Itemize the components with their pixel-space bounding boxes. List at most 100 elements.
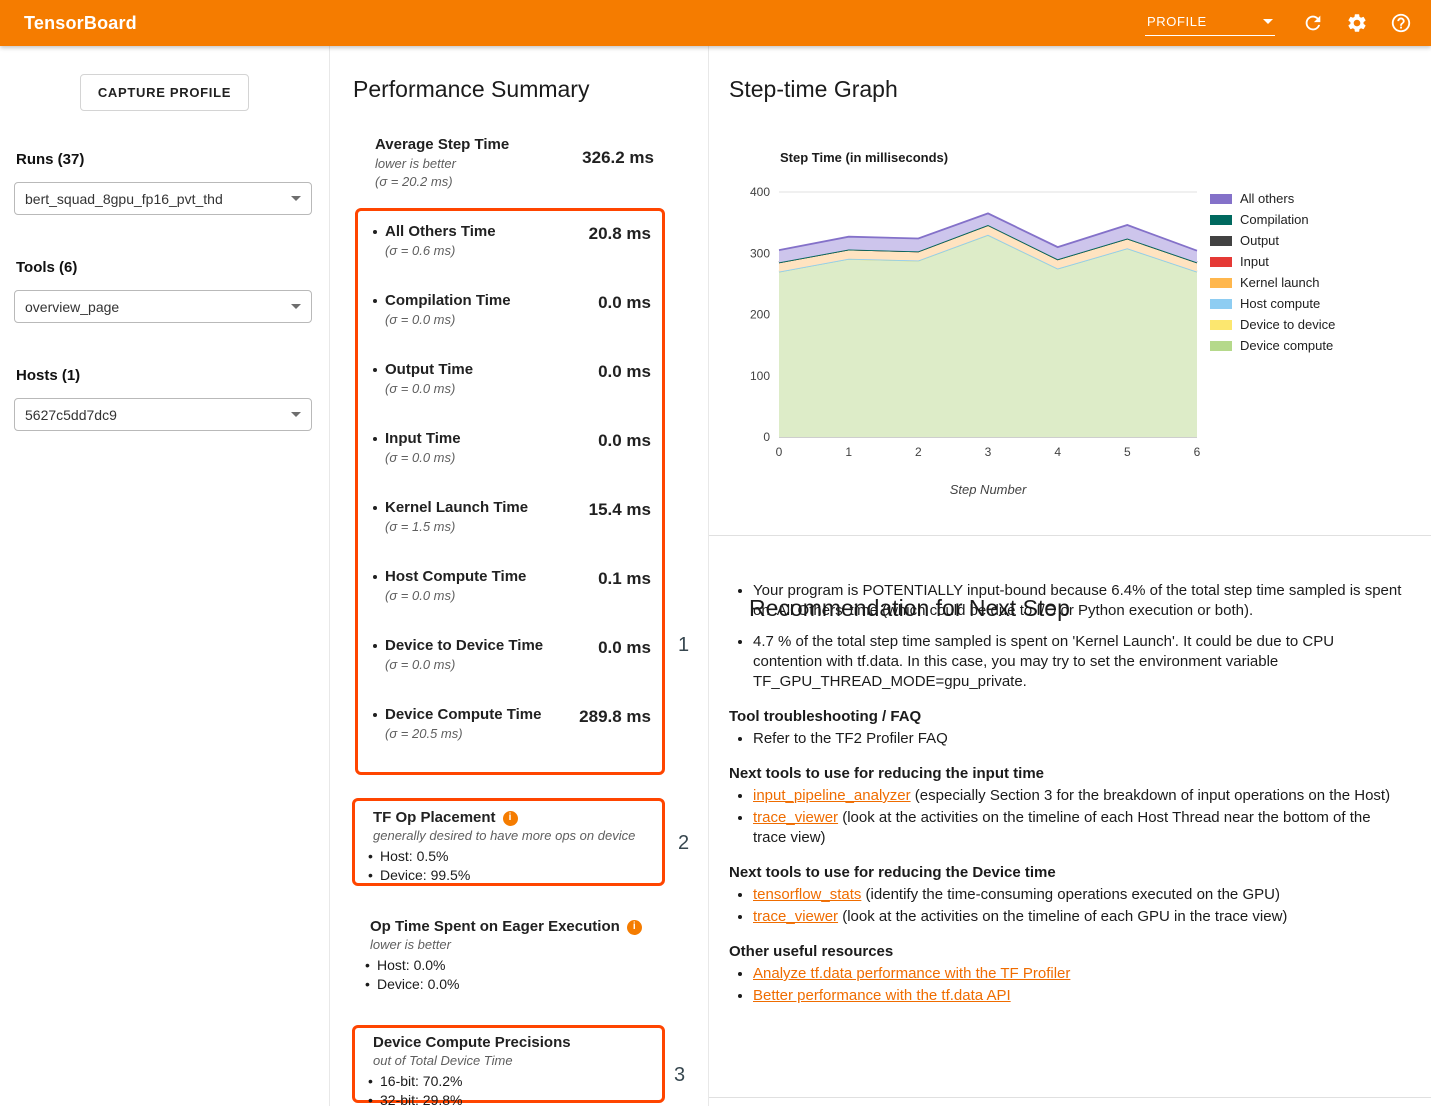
recommendation-section: Other useful resources Analyze tf.data pe… [729, 942, 1405, 1006]
annotation-box-2: TF Op Placement generally desired to hav… [352, 798, 665, 886]
legend-label: Output [1240, 233, 1279, 248]
legend-label: Host compute [1240, 296, 1320, 311]
sidebar: CAPTURE PROFILE Runs (37) bert_squad_8gp… [0, 46, 330, 1106]
svg-text:400: 400 [750, 185, 770, 199]
svg-text:2: 2 [915, 445, 922, 459]
legend-swatch [1210, 341, 1232, 351]
bullet-icon [373, 437, 377, 441]
metric-row: Output Time (σ = 0.0 ms) 0.0 ms [358, 361, 662, 430]
input-pipeline-analyzer-link[interactable]: input_pipeline_analyzer [753, 787, 911, 804]
recommendation-panel: Recommendation for Next Step Your progra… [729, 565, 1405, 1006]
svg-text:200: 200 [750, 308, 770, 322]
metric-value: 0.1 ms [598, 569, 651, 589]
info-icon[interactable] [627, 920, 642, 935]
settings-button[interactable] [1345, 11, 1369, 35]
metric-row: Host Compute Time (σ = 0.0 ms) 0.1 ms [358, 568, 662, 637]
metric-label: Device to Device Time [385, 637, 543, 655]
dashboard-select[interactable]: PROFILE [1145, 10, 1275, 36]
metric-value: 289.8 ms [579, 707, 651, 727]
eager-execution-note: lower is better [370, 937, 655, 953]
trace-viewer-link[interactable]: trace_viewer [753, 809, 838, 826]
bullet-icon [373, 368, 377, 372]
metric-sigma: (σ = 0.0 ms) [385, 380, 473, 397]
annotation-box-1: All Others Time (σ = 0.6 ms) 20.8 ms Com… [355, 208, 665, 775]
bullet-icon [373, 713, 377, 717]
chevron-down-icon [291, 304, 301, 309]
legend-swatch [1210, 194, 1232, 204]
chevron-down-icon [1263, 19, 1273, 24]
legend-label: Kernel launch [1240, 275, 1320, 290]
step-time-graph-title: Step-time Graph [729, 76, 898, 103]
hosts-select[interactable]: 5627c5dd7dc9 [14, 398, 312, 431]
metric-sigma: (σ = 0.0 ms) [385, 449, 461, 466]
better-performance-with-the-tf-data-api-link[interactable]: Better performance with the tf.data API [753, 987, 1011, 1004]
recommendation-item: input_pipeline_analyzer (especially Sect… [753, 786, 1405, 806]
refresh-button[interactable] [1301, 11, 1325, 35]
recommendation-text: (identify the time-consuming operations … [861, 886, 1280, 903]
recommendation-item: Better performance with the tf.data API [753, 986, 1405, 1006]
info-icon[interactable] [503, 811, 518, 826]
bullet-icon [373, 575, 377, 579]
tensorflow-stats-link[interactable]: tensorflow_stats [753, 886, 861, 903]
step-time-panel: Step-time Graph Step Time (in millisecon… [709, 46, 1431, 1106]
metric-label: All Others Time [385, 223, 496, 241]
metric-row: Device Compute Time (σ = 20.5 ms) 289.8 … [358, 706, 662, 775]
metric-sigma: (σ = 0.0 ms) [385, 587, 526, 604]
recommendation-heading: Next tools to use for reducing the Devic… [729, 863, 1405, 882]
gear-icon [1346, 12, 1368, 34]
recommendation-heading: Next tools to use for reducing the input… [729, 764, 1405, 783]
runs-select[interactable]: bert_squad_8gpu_fp16_pvt_thd [14, 182, 312, 215]
tf-op-placement-label: TF Op Placement [373, 809, 652, 827]
performance-summary-panel: Performance Summary Average Step Time lo… [331, 46, 709, 1106]
hosts-label: Hosts (1) [16, 367, 315, 384]
metric-sigma: (σ = 0.6 ms) [385, 242, 496, 259]
performance-summary-title: Performance Summary [353, 76, 589, 103]
recommendation-heading: Tool troubleshooting / FAQ [729, 707, 1405, 726]
list-item: Host: 0.0% [364, 956, 655, 974]
chart-title: Step Time (in milliseconds) [780, 150, 948, 165]
svg-text:100: 100 [750, 369, 770, 383]
metric-sigma: (σ = 20.2 ms) [375, 173, 654, 190]
metric-value: 0.0 ms [598, 293, 651, 313]
list-item: Device: 0.0% [364, 975, 655, 993]
recommendation-list: Refer to the TF2 Profiler FAQ [753, 729, 1405, 749]
x-axis-title: Step Number [779, 482, 1197, 497]
trace-viewer-link[interactable]: trace_viewer [753, 908, 838, 925]
recommendation-list: Analyze tf.data performance with the TF … [753, 964, 1405, 1006]
svg-text:6: 6 [1194, 445, 1201, 459]
annotation-number-3: 3 [674, 1064, 685, 1087]
dashboard-select-value: PROFILE [1147, 14, 1207, 29]
recommendation-item: Analyze tf.data performance with the TF … [753, 964, 1405, 984]
note-label-text: TF Op Placement [373, 809, 496, 827]
refresh-icon [1302, 12, 1324, 34]
recommendation-item: trace_viewer (look at the activities on … [753, 808, 1405, 848]
metric-row: All Others Time (σ = 0.6 ms) 20.8 ms [358, 223, 662, 292]
help-button[interactable] [1389, 11, 1413, 35]
list-item: 16-bit: 70.2% [367, 1072, 652, 1090]
recommendation-heading: Other useful resources [729, 942, 1405, 961]
average-step-time: Average Step Time lower is better (σ = 2… [375, 136, 654, 190]
recommendation-section: Next tools to use for reducing the input… [729, 764, 1405, 848]
legend-item: Kernel launch [1210, 272, 1335, 293]
tf-op-placement-note: generally desired to have more ops on de… [373, 828, 652, 844]
capture-profile-button[interactable]: CAPTURE PROFILE [80, 74, 249, 111]
annotation-box-3: Device Compute Precisions out of Total D… [352, 1025, 665, 1103]
band-device-compute [779, 235, 1197, 437]
runs-label: Runs (37) [16, 151, 315, 168]
list-item: 32-bit: 29.8% [367, 1091, 652, 1106]
tools-select[interactable]: overview_page [14, 290, 312, 323]
metric-row: Input Time (σ = 0.0 ms) 0.0 ms [358, 430, 662, 499]
analyze-tf-data-performance-with-the-tf-profiler-link[interactable]: Analyze tf.data performance with the TF … [753, 965, 1070, 982]
metric-sigma: (σ = 20.5 ms) [385, 725, 541, 742]
legend-item: Output [1210, 230, 1335, 251]
metric-label: Output Time [385, 361, 473, 379]
recommendation-item: trace_viewer (look at the activities on … [753, 907, 1405, 927]
tools-label: Tools (6) [16, 259, 315, 276]
legend-swatch [1210, 236, 1232, 246]
svg-text:4: 4 [1054, 445, 1061, 459]
legend-swatch [1210, 320, 1232, 330]
metric-label: Kernel Launch Time [385, 499, 528, 517]
metric-sigma: (σ = 0.0 ms) [385, 656, 543, 673]
metric-value: 0.0 ms [598, 431, 651, 451]
legend-swatch [1210, 278, 1232, 288]
